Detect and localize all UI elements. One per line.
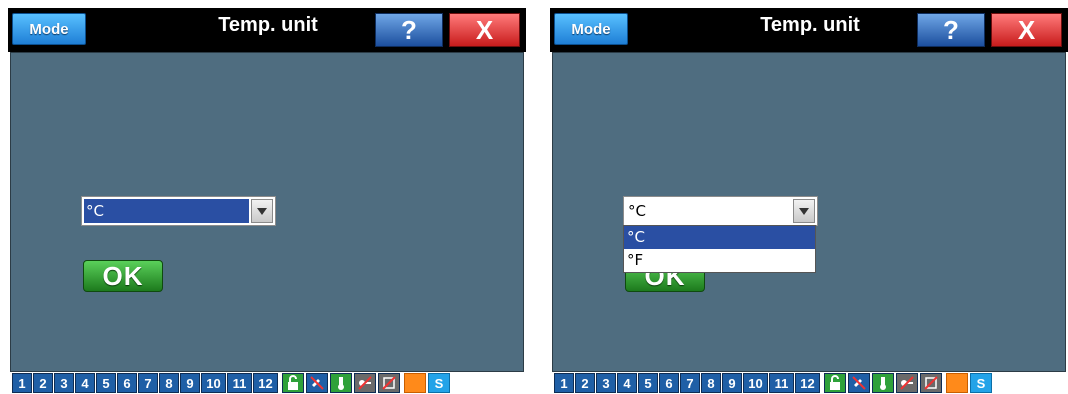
tab-7[interactable]: 7 bbox=[138, 373, 158, 393]
thermometer-icon[interactable] bbox=[872, 373, 894, 393]
screen-left: Mode Temp. unit ? X °C OK 1 2 3 4 5 6 7 … bbox=[8, 8, 526, 394]
mode-button[interactable]: Mode bbox=[554, 13, 628, 45]
thermometer-icon[interactable] bbox=[330, 373, 352, 393]
page-title: Temp. unit bbox=[760, 14, 860, 36]
help-button[interactable]: ? bbox=[917, 13, 985, 47]
close-button[interactable]: X bbox=[449, 13, 520, 47]
ok-button[interactable]: OK bbox=[83, 260, 163, 292]
tab-2[interactable]: 2 bbox=[33, 373, 53, 393]
screen-right: Mode Temp. unit ? X °C OK °C °F 1 2 3 4 … bbox=[550, 8, 1068, 394]
help-button[interactable]: ? bbox=[375, 13, 443, 47]
dropdown-list: °C °F bbox=[623, 225, 816, 273]
dropdown-arrow-icon[interactable] bbox=[793, 199, 815, 223]
dropdown-option-celsius[interactable]: °C bbox=[624, 226, 815, 249]
tab-6[interactable]: 6 bbox=[659, 373, 679, 393]
s-badge-icon[interactable]: S bbox=[428, 373, 450, 393]
lock-open-icon[interactable] bbox=[824, 373, 846, 393]
tab-1[interactable]: 1 bbox=[554, 373, 574, 393]
s-badge-icon[interactable]: S bbox=[970, 373, 992, 393]
status-bar: 1 2 3 4 5 6 7 8 9 10 11 12 S bbox=[8, 372, 526, 394]
close-button[interactable]: X bbox=[991, 13, 1062, 47]
no-edit-icon[interactable] bbox=[378, 373, 400, 393]
tab-9[interactable]: 9 bbox=[180, 373, 200, 393]
tab-10[interactable]: 10 bbox=[201, 373, 226, 393]
tab-3[interactable]: 3 bbox=[596, 373, 616, 393]
select-value: °C bbox=[84, 199, 249, 223]
tab-11[interactable]: 11 bbox=[769, 373, 794, 393]
tab-10[interactable]: 10 bbox=[743, 373, 768, 393]
content-area: °C OK °C °F bbox=[552, 52, 1066, 372]
tab-4[interactable]: 4 bbox=[75, 373, 95, 393]
tab-2[interactable]: 2 bbox=[575, 373, 595, 393]
tab-1[interactable]: 1 bbox=[12, 373, 32, 393]
content-area: °C OK bbox=[10, 52, 524, 372]
title-bar: Mode Temp. unit ? X bbox=[550, 8, 1068, 52]
tab-12[interactable]: 12 bbox=[795, 373, 820, 393]
no-sync-icon[interactable] bbox=[306, 373, 328, 393]
select-value: °C bbox=[626, 199, 791, 223]
status-bar: 1 2 3 4 5 6 7 8 9 10 11 12 S bbox=[550, 372, 1068, 394]
key-off-icon[interactable] bbox=[896, 373, 918, 393]
tab-11[interactable]: 11 bbox=[227, 373, 252, 393]
dropdown-option-fahrenheit[interactable]: °F bbox=[624, 249, 815, 272]
tab-3[interactable]: 3 bbox=[54, 373, 74, 393]
no-sync-icon[interactable] bbox=[848, 373, 870, 393]
tab-6[interactable]: 6 bbox=[117, 373, 137, 393]
tab-4[interactable]: 4 bbox=[617, 373, 637, 393]
orange-square-icon[interactable] bbox=[946, 373, 968, 393]
title-bar: Mode Temp. unit ? X bbox=[8, 8, 526, 52]
temp-unit-select[interactable]: °C bbox=[623, 196, 818, 226]
tab-8[interactable]: 8 bbox=[701, 373, 721, 393]
dropdown-arrow-icon[interactable] bbox=[251, 199, 273, 223]
temp-unit-select[interactable]: °C bbox=[81, 196, 276, 226]
tab-12[interactable]: 12 bbox=[253, 373, 278, 393]
orange-square-icon[interactable] bbox=[404, 373, 426, 393]
tab-8[interactable]: 8 bbox=[159, 373, 179, 393]
tab-5[interactable]: 5 bbox=[638, 373, 658, 393]
tab-9[interactable]: 9 bbox=[722, 373, 742, 393]
lock-open-icon[interactable] bbox=[282, 373, 304, 393]
page-title: Temp. unit bbox=[218, 14, 318, 36]
tab-5[interactable]: 5 bbox=[96, 373, 116, 393]
tab-7[interactable]: 7 bbox=[680, 373, 700, 393]
key-off-icon[interactable] bbox=[354, 373, 376, 393]
no-edit-icon[interactable] bbox=[920, 373, 942, 393]
mode-button[interactable]: Mode bbox=[12, 13, 86, 45]
